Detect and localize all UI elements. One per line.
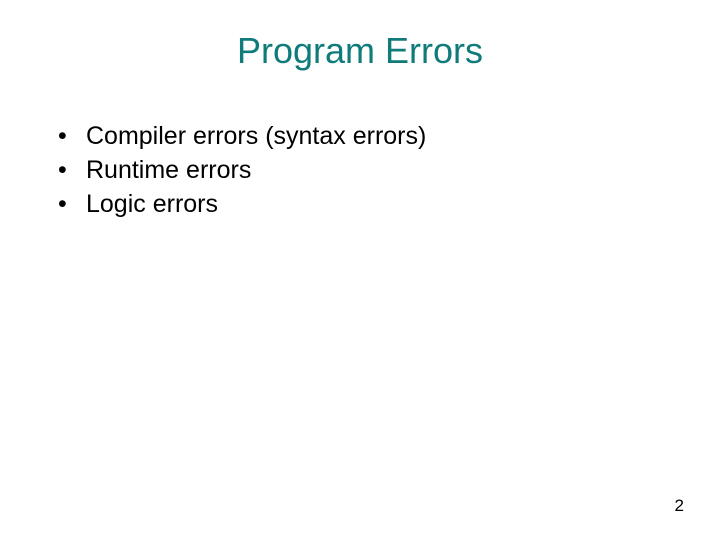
slide-title: Program Errors <box>40 30 680 72</box>
list-item: Compiler errors (syntax errors) <box>58 120 680 154</box>
list-item: Logic errors <box>58 188 680 222</box>
slide: Program Errors Compiler errors (syntax e… <box>0 0 720 540</box>
list-item: Runtime errors <box>58 154 680 188</box>
bullet-list: Compiler errors (syntax errors) Runtime … <box>40 120 680 221</box>
page-number: 2 <box>675 496 684 516</box>
